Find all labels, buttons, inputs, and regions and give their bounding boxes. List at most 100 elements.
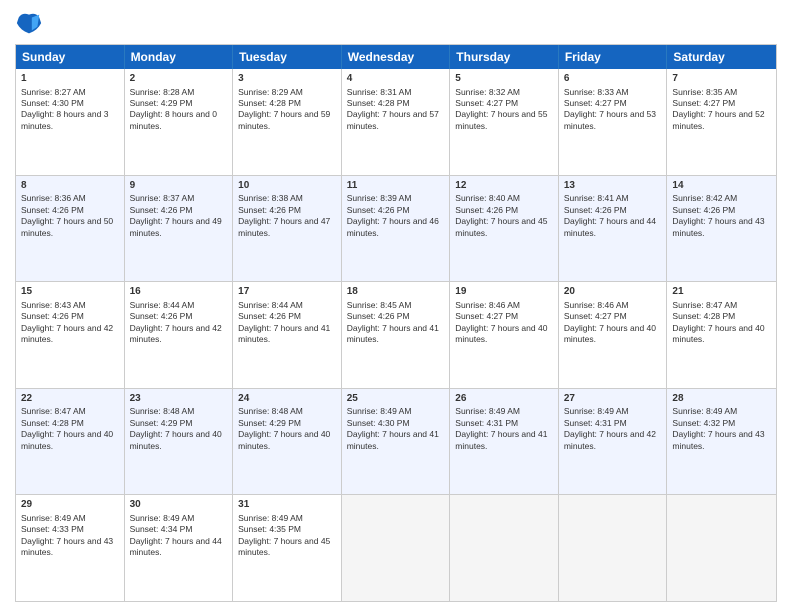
calendar-cell: 25 Sunrise: 8:49 AM Sunset: 4:30 PM Dayl… [342, 389, 451, 495]
sunrise-text: Sunrise: 8:49 AM [455, 406, 520, 416]
daylight-text: Daylight: 7 hours and 42 minutes. [564, 429, 656, 450]
calendar-cell: 22 Sunrise: 8:47 AM Sunset: 4:28 PM Dayl… [16, 389, 125, 495]
daylight-text: Daylight: 7 hours and 41 minutes. [455, 429, 547, 450]
day-number: 25 [347, 392, 445, 406]
header [15, 10, 777, 38]
sunset-text: Sunset: 4:28 PM [672, 311, 735, 321]
calendar-cell: 11 Sunrise: 8:39 AM Sunset: 4:26 PM Dayl… [342, 176, 451, 282]
daylight-text: Daylight: 7 hours and 53 minutes. [564, 109, 656, 130]
sunset-text: Sunset: 4:34 PM [130, 524, 193, 534]
calendar: SundayMondayTuesdayWednesdayThursdayFrid… [15, 44, 777, 602]
calendar-cell-empty [559, 495, 668, 601]
calendar-cell: 27 Sunrise: 8:49 AM Sunset: 4:31 PM Dayl… [559, 389, 668, 495]
sunset-text: Sunset: 4:27 PM [672, 98, 735, 108]
sunrise-text: Sunrise: 8:27 AM [21, 87, 86, 97]
calendar-cell: 24 Sunrise: 8:48 AM Sunset: 4:29 PM Dayl… [233, 389, 342, 495]
daylight-text: Daylight: 8 hours and 0 minutes. [130, 109, 217, 130]
sunrise-text: Sunrise: 8:49 AM [21, 513, 86, 523]
sunset-text: Sunset: 4:27 PM [455, 311, 518, 321]
daylight-text: Daylight: 7 hours and 43 minutes. [672, 216, 764, 237]
calendar-row: 8 Sunrise: 8:36 AM Sunset: 4:26 PM Dayli… [16, 175, 776, 282]
day-number: 5 [455, 72, 553, 86]
calendar-cell: 7 Sunrise: 8:35 AM Sunset: 4:27 PM Dayli… [667, 69, 776, 175]
sunrise-text: Sunrise: 8:44 AM [238, 300, 303, 310]
calendar-cell: 26 Sunrise: 8:49 AM Sunset: 4:31 PM Dayl… [450, 389, 559, 495]
daylight-text: Daylight: 7 hours and 45 minutes. [238, 536, 330, 557]
sunset-text: Sunset: 4:29 PM [238, 418, 301, 428]
calendar-cell: 4 Sunrise: 8:31 AM Sunset: 4:28 PM Dayli… [342, 69, 451, 175]
day-number: 6 [564, 72, 662, 86]
daylight-text: Daylight: 7 hours and 41 minutes. [347, 323, 439, 344]
sunset-text: Sunset: 4:30 PM [347, 418, 410, 428]
calendar-cell: 3 Sunrise: 8:29 AM Sunset: 4:28 PM Dayli… [233, 69, 342, 175]
header-day: Monday [125, 45, 234, 69]
daylight-text: Daylight: 7 hours and 44 minutes. [130, 536, 222, 557]
sunset-text: Sunset: 4:26 PM [130, 311, 193, 321]
day-number: 24 [238, 392, 336, 406]
day-number: 12 [455, 179, 553, 193]
daylight-text: Daylight: 7 hours and 42 minutes. [130, 323, 222, 344]
sunrise-text: Sunrise: 8:47 AM [21, 406, 86, 416]
sunset-text: Sunset: 4:31 PM [564, 418, 627, 428]
calendar-row: 15 Sunrise: 8:43 AM Sunset: 4:26 PM Dayl… [16, 281, 776, 388]
sunset-text: Sunset: 4:32 PM [672, 418, 735, 428]
calendar-cell: 1 Sunrise: 8:27 AM Sunset: 4:30 PM Dayli… [16, 69, 125, 175]
sunrise-text: Sunrise: 8:49 AM [238, 513, 303, 523]
sunrise-text: Sunrise: 8:37 AM [130, 193, 195, 203]
sunset-text: Sunset: 4:28 PM [347, 98, 410, 108]
calendar-cell: 31 Sunrise: 8:49 AM Sunset: 4:35 PM Dayl… [233, 495, 342, 601]
sunset-text: Sunset: 4:29 PM [130, 418, 193, 428]
day-number: 2 [130, 72, 228, 86]
sunset-text: Sunset: 4:26 PM [130, 205, 193, 215]
sunrise-text: Sunrise: 8:49 AM [672, 406, 737, 416]
sunset-text: Sunset: 4:26 PM [672, 205, 735, 215]
sunrise-text: Sunrise: 8:46 AM [455, 300, 520, 310]
calendar-cell: 14 Sunrise: 8:42 AM Sunset: 4:26 PM Dayl… [667, 176, 776, 282]
day-number: 16 [130, 285, 228, 299]
daylight-text: Daylight: 7 hours and 44 minutes. [564, 216, 656, 237]
sunset-text: Sunset: 4:27 PM [564, 311, 627, 321]
daylight-text: Daylight: 7 hours and 46 minutes. [347, 216, 439, 237]
day-number: 30 [130, 498, 228, 512]
day-number: 29 [21, 498, 119, 512]
sunrise-text: Sunrise: 8:31 AM [347, 87, 412, 97]
daylight-text: Daylight: 7 hours and 40 minutes. [672, 323, 764, 344]
daylight-text: Daylight: 7 hours and 40 minutes. [564, 323, 656, 344]
daylight-text: Daylight: 7 hours and 41 minutes. [238, 323, 330, 344]
calendar-cell: 17 Sunrise: 8:44 AM Sunset: 4:26 PM Dayl… [233, 282, 342, 388]
daylight-text: Daylight: 7 hours and 40 minutes. [21, 429, 113, 450]
calendar-cell: 16 Sunrise: 8:44 AM Sunset: 4:26 PM Dayl… [125, 282, 234, 388]
header-day: Saturday [667, 45, 776, 69]
sunrise-text: Sunrise: 8:48 AM [238, 406, 303, 416]
calendar-cell-empty [667, 495, 776, 601]
day-number: 22 [21, 392, 119, 406]
sunrise-text: Sunrise: 8:28 AM [130, 87, 195, 97]
daylight-text: Daylight: 7 hours and 49 minutes. [130, 216, 222, 237]
sunrise-text: Sunrise: 8:44 AM [130, 300, 195, 310]
day-number: 9 [130, 179, 228, 193]
sunrise-text: Sunrise: 8:43 AM [21, 300, 86, 310]
sunrise-text: Sunrise: 8:29 AM [238, 87, 303, 97]
calendar-cell: 13 Sunrise: 8:41 AM Sunset: 4:26 PM Dayl… [559, 176, 668, 282]
daylight-text: Daylight: 7 hours and 55 minutes. [455, 109, 547, 130]
sunrise-text: Sunrise: 8:42 AM [672, 193, 737, 203]
sunset-text: Sunset: 4:26 PM [347, 205, 410, 215]
sunset-text: Sunset: 4:26 PM [21, 205, 84, 215]
day-number: 17 [238, 285, 336, 299]
calendar-row: 1 Sunrise: 8:27 AM Sunset: 4:30 PM Dayli… [16, 69, 776, 175]
calendar-header: SundayMondayTuesdayWednesdayThursdayFrid… [16, 45, 776, 69]
header-day: Tuesday [233, 45, 342, 69]
daylight-text: Daylight: 7 hours and 45 minutes. [455, 216, 547, 237]
calendar-cell: 2 Sunrise: 8:28 AM Sunset: 4:29 PM Dayli… [125, 69, 234, 175]
calendar-cell: 20 Sunrise: 8:46 AM Sunset: 4:27 PM Dayl… [559, 282, 668, 388]
calendar-body: 1 Sunrise: 8:27 AM Sunset: 4:30 PM Dayli… [16, 69, 776, 601]
sunrise-text: Sunrise: 8:35 AM [672, 87, 737, 97]
day-number: 21 [672, 285, 771, 299]
calendar-cell: 9 Sunrise: 8:37 AM Sunset: 4:26 PM Dayli… [125, 176, 234, 282]
sunset-text: Sunset: 4:33 PM [21, 524, 84, 534]
day-number: 8 [21, 179, 119, 193]
sunset-text: Sunset: 4:27 PM [564, 98, 627, 108]
sunset-text: Sunset: 4:26 PM [21, 311, 84, 321]
daylight-text: Daylight: 7 hours and 50 minutes. [21, 216, 113, 237]
calendar-cell: 28 Sunrise: 8:49 AM Sunset: 4:32 PM Dayl… [667, 389, 776, 495]
